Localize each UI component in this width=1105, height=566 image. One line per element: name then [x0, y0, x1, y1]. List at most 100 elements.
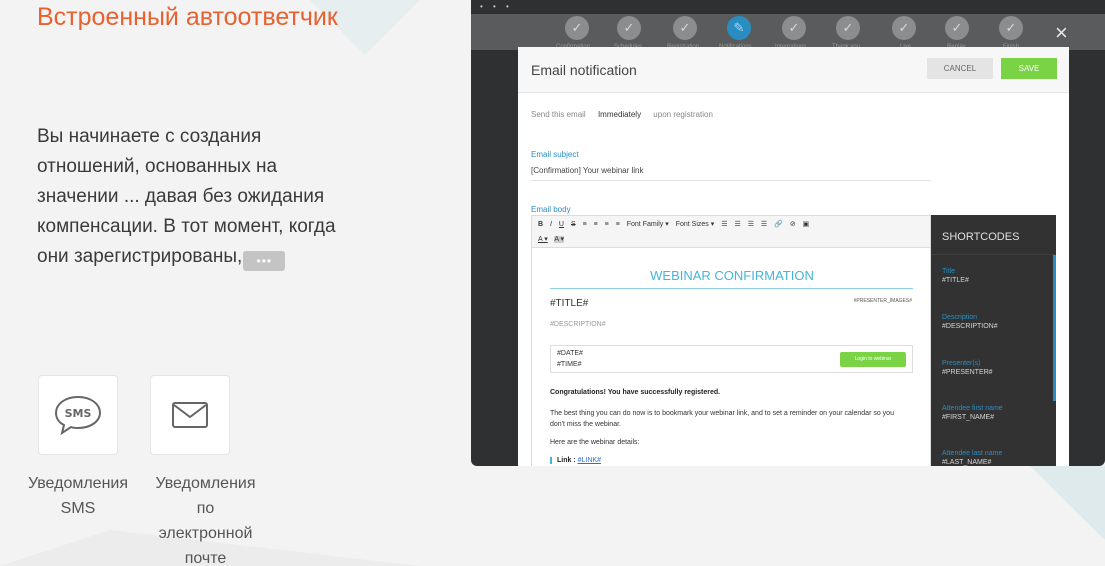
- link-tag[interactable]: #LINK#: [578, 457, 601, 464]
- email-body-label: Email body: [531, 205, 571, 214]
- step-thank-you[interactable]: ✓: [836, 16, 860, 40]
- send-option-immediately[interactable]: Immediately: [598, 110, 641, 119]
- shortcode-code: #LAST_NAME#: [942, 459, 992, 466]
- title-tag: #TITLE#: [550, 298, 589, 309]
- shortcode-name: Attendee last name: [942, 450, 1003, 457]
- check-icon: ✓: [679, 20, 691, 35]
- text-color-select[interactable]: A ▾: [538, 236, 548, 243]
- send-timing-row: Send this email Immediately upon registr…: [531, 110, 713, 119]
- check-icon: ✓: [951, 20, 963, 35]
- sms-feature-label: Уведомления SMS: [27, 475, 129, 517]
- congrats-text: Congratulations! You have successfully r…: [550, 389, 721, 396]
- close-icon[interactable]: ×: [1055, 22, 1068, 44]
- link-row: Link : #LINK#: [550, 457, 601, 464]
- font-family-select[interactable]: Font Family ▾: [627, 221, 669, 228]
- toolbar-row-2: A ▾ A ▾: [538, 235, 569, 243]
- step-confirmation[interactable]: ✓: [565, 16, 589, 40]
- shortcode-code: #TITLE#: [942, 277, 969, 284]
- wizard-steps: ✓ Confirmation ✓ Schedules ✓ Registratio…: [471, 14, 1105, 50]
- link-icon[interactable]: 🔗: [774, 221, 783, 228]
- step-registration[interactable]: ✓: [673, 16, 697, 40]
- check-icon: ✓: [1005, 20, 1017, 35]
- sms-notification-feature: SMS Уведомления SMS: [28, 375, 134, 521]
- check-icon: ✓: [571, 20, 583, 35]
- step-schedules[interactable]: ✓: [617, 16, 641, 40]
- check-icon: ✓: [788, 20, 800, 35]
- email-feature-label: Уведомления по электронной почте: [155, 475, 256, 566]
- shortcode-name: Presenter(s): [942, 360, 981, 367]
- time-tag: #TIME#: [557, 361, 582, 368]
- shortcode-item[interactable]: Attendee last name #LAST_NAME#: [942, 450, 1052, 466]
- shortcode-item[interactable]: Title #TITLE#: [942, 268, 1052, 284]
- shortcode-name: Title: [942, 268, 955, 275]
- shortcode-item[interactable]: Attendee first name #FIRST_NAME#: [942, 405, 1052, 421]
- check-icon: ✓: [898, 20, 910, 35]
- image-icon[interactable]: ▣: [803, 221, 810, 228]
- strikethrough-button[interactable]: S: [571, 221, 576, 228]
- background-color-select[interactable]: A ▾: [554, 236, 565, 243]
- email-notification-modal: Email notification CANCEL SAVE Send this…: [518, 47, 1069, 466]
- email-notification-feature: Уведомления по электронной почте: [150, 375, 263, 566]
- pencil-icon: ✎: [733, 20, 745, 35]
- check-icon: ✓: [842, 20, 854, 35]
- check-icon: ✓: [623, 20, 635, 35]
- editor-toolbar: B I U S ≡ ≡ ≡ ≡ Font Family ▾ Font Sizes…: [532, 216, 930, 248]
- webinar-confirmation-heading: WEBINAR CONFIRMATION: [650, 268, 814, 283]
- align-justify-icon[interactable]: ≡: [616, 221, 620, 228]
- email-body-editor[interactable]: B I U S ≡ ≡ ≡ ≡ Font Family ▾ Font Sizes…: [531, 215, 931, 466]
- numbered-list-icon[interactable]: ☰: [734, 221, 740, 228]
- italic-button[interactable]: I: [550, 221, 552, 228]
- feature-title: Встроенный автоответчик: [37, 3, 338, 31]
- shortcode-item[interactable]: Description #DESCRIPTION#: [942, 314, 1052, 330]
- underline-button[interactable]: U: [559, 221, 564, 228]
- shortcodes-scrollbar[interactable]: [1053, 255, 1056, 401]
- shortcode-code: #DESCRIPTION#: [942, 323, 998, 330]
- send-option-upon-registration[interactable]: upon registration: [653, 110, 713, 119]
- step-notifications[interactable]: ✎: [727, 16, 751, 40]
- feature-description: Вы начинаете с создания отношений, основ…: [37, 122, 357, 272]
- read-more-button[interactable]: •••: [243, 251, 286, 271]
- details-text: Here are the webinar details:: [550, 439, 640, 446]
- indent-icon[interactable]: ☰: [761, 221, 767, 228]
- shortcode-name: Attendee first name: [942, 405, 1003, 412]
- bold-button[interactable]: B: [538, 221, 543, 228]
- description-text: Вы начинаете с создания отношений, основ…: [37, 126, 336, 267]
- step-replay[interactable]: ✓: [945, 16, 969, 40]
- save-button[interactable]: SAVE: [1001, 58, 1057, 79]
- date-tag: #DATE#: [557, 350, 583, 357]
- login-to-webinar-button[interactable]: Login to webinar: [840, 352, 906, 367]
- email-subject-input[interactable]: [Confirmation] Your webinar link: [531, 166, 931, 181]
- outdent-icon[interactable]: ☰: [748, 221, 754, 228]
- align-left-icon[interactable]: ≡: [583, 221, 587, 228]
- align-center-icon[interactable]: ≡: [594, 221, 598, 228]
- send-label: Send this email: [531, 110, 586, 119]
- step-finish[interactable]: ✓: [999, 16, 1023, 40]
- modal-title: Email notification: [531, 62, 637, 78]
- unlink-icon[interactable]: ⊘: [790, 221, 796, 228]
- step-live[interactable]: ✓: [892, 16, 916, 40]
- email-template-preview: WEBINAR CONFIRMATION #TITLE# #PRESENTER_…: [532, 248, 930, 466]
- sms-icon-text: SMS: [65, 407, 92, 420]
- bookmark-text: The best thing you can do now is to book…: [550, 410, 894, 428]
- font-sizes-select[interactable]: Font Sizes ▾: [676, 221, 715, 228]
- toolbar-row-1: B I U S ≡ ≡ ≡ ≡ Font Family ▾ Font Sizes…: [538, 220, 814, 228]
- shortcodes-panel: SHORTCODES Title #TITLE# Description #DE…: [931, 215, 1056, 466]
- email-subject-label: Email subject: [531, 150, 579, 159]
- shortcode-code: #FIRST_NAME#: [942, 414, 995, 421]
- envelope-icon: [150, 375, 230, 455]
- modal-header: Email notification CANCEL SAVE: [518, 47, 1069, 93]
- date-time-box: #DATE# #TIME# Login to webinar: [550, 345, 913, 373]
- product-screenshot: • • • ✓ Confirmation ✓ Schedules ✓ Regis…: [471, 0, 1105, 466]
- shortcodes-heading: SHORTCODES: [931, 215, 1056, 255]
- shortcode-item[interactable]: Presenter(s) #PRESENTER#: [942, 360, 1052, 376]
- presenter-images-tag: #PRESENTER_IMAGES#: [853, 298, 912, 304]
- step-integrations[interactable]: ✓: [782, 16, 806, 40]
- sms-bubble-icon: SMS: [38, 375, 118, 455]
- window-dots: • • •: [480, 2, 513, 11]
- link-label: Link :: [557, 457, 578, 464]
- align-right-icon[interactable]: ≡: [605, 221, 609, 228]
- shortcode-name: Description: [942, 314, 978, 321]
- bullet-list-icon[interactable]: ☰: [721, 221, 727, 228]
- cancel-button[interactable]: CANCEL: [927, 58, 993, 79]
- description-tag: #DESCRIPTION#: [550, 321, 606, 328]
